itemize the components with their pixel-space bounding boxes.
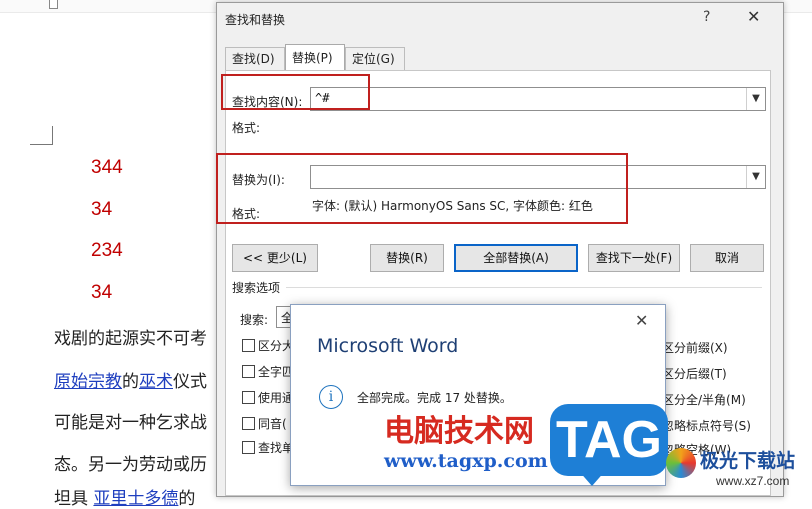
site-url: www.xz7.com xyxy=(716,474,790,488)
checkbox-sounds-like[interactable] xyxy=(242,417,255,430)
replace-format-value: 字体: (默认) HarmonyOS Sans SC, 字体颜色: 红色 xyxy=(312,199,593,213)
red-number-4: 34 xyxy=(91,282,113,303)
find-format-label: 格式: xyxy=(232,121,261,135)
doc-text: 的 xyxy=(122,372,139,392)
checkbox-whole-word-label: 全字匹 xyxy=(258,365,295,379)
replace-format-label: 格式: xyxy=(232,207,261,221)
replace-button[interactable]: 替换(R) xyxy=(370,244,444,272)
checkbox-whole-word[interactable] xyxy=(242,365,255,378)
watermark-cn: 电脑技术网 xyxy=(384,414,534,449)
chevron-down-icon[interactable]: ▼ xyxy=(746,166,765,188)
less-button[interactable]: << 更少(L) xyxy=(232,244,318,272)
checkbox-prefix-label[interactable]: 区分前缀(X) xyxy=(662,339,728,356)
checkbox-match-case-label: 区分大 xyxy=(258,339,295,353)
replace-all-button[interactable]: 全部替换(A) xyxy=(454,244,578,272)
section-divider xyxy=(286,287,762,288)
tab-goto[interactable]: 定位(G) xyxy=(345,47,405,70)
chevron-down-icon[interactable]: ▼ xyxy=(746,88,765,110)
search-options-title: 搜索选项 xyxy=(232,281,281,295)
message-text: 全部完成。完成 17 处替换。 xyxy=(357,391,512,405)
site-logo-icon xyxy=(666,448,696,478)
search-direction-label: 搜索: xyxy=(240,313,269,327)
checkbox-wildcards[interactable] xyxy=(242,391,255,404)
doc-link[interactable]: 亚里士多德 xyxy=(93,489,178,509)
dialog-title: 查找和替换 xyxy=(225,13,286,27)
tab-find[interactable]: 查找(D) xyxy=(225,47,285,70)
doc-line-3: 可能是对一种乞求战 xyxy=(54,408,207,433)
doc-text: 态。另一为劳动或历 xyxy=(54,455,207,475)
dialog-close-button[interactable]: ✕ xyxy=(747,7,760,26)
find-input[interactable]: ^# ▼ xyxy=(310,87,766,111)
doc-line-5: 坦具 亚里士多德的 xyxy=(54,484,195,509)
checkbox-match-case[interactable] xyxy=(242,339,255,352)
red-number-2: 34 xyxy=(91,199,113,220)
doc-line-4: 态。另一为劳动或历 xyxy=(54,450,207,475)
doc-text: 仪式 xyxy=(173,372,207,392)
find-label: 查找内容(N): xyxy=(232,95,303,109)
site-name: 极光下载站 xyxy=(700,450,796,472)
message-title: Microsoft Word xyxy=(317,335,459,357)
checkbox-word-forms[interactable] xyxy=(242,441,255,454)
message-close-button[interactable]: ✕ xyxy=(635,311,648,330)
find-input-value: ^# xyxy=(315,91,330,105)
watermark-url: www.tagxp.com xyxy=(384,450,548,472)
doc-text: 戏剧的起源实不可考 xyxy=(54,329,207,349)
tag-logo-tail xyxy=(578,470,606,486)
red-number-1: 344 xyxy=(91,157,123,178)
replace-label: 替换为(I): xyxy=(232,173,285,187)
doc-link[interactable]: 原始宗教 xyxy=(54,372,122,392)
checkbox-word-forms-label: 查找单 xyxy=(258,441,295,455)
doc-text: 可能是对一种乞求战 xyxy=(54,413,207,433)
doc-link[interactable]: 巫术 xyxy=(139,372,173,392)
checkbox-suffix-label[interactable]: 区分后缀(T) xyxy=(662,365,727,382)
tag-logo: TAG xyxy=(550,404,668,476)
doc-line-1: 戏剧的起源实不可考 xyxy=(54,324,207,349)
checkbox-sounds-like-label: 同音( xyxy=(258,417,287,431)
doc-line-2: 原始宗教的巫术仪式 xyxy=(54,367,207,392)
doc-text: 的 xyxy=(178,489,196,509)
red-number-3: 234 xyxy=(91,240,123,261)
doc-text: 坦具 xyxy=(54,489,94,509)
tab-replace[interactable]: 替换(P) xyxy=(285,44,345,72)
page-margin-marker xyxy=(49,0,58,9)
find-next-button[interactable]: 查找下一处(F) xyxy=(588,244,680,272)
replace-input[interactable]: ▼ xyxy=(310,165,766,189)
checkbox-wildcards-label: 使用通 xyxy=(258,391,295,405)
info-icon: i xyxy=(319,385,343,409)
checkbox-punct-label[interactable]: 忽略标点符号(S) xyxy=(662,417,751,434)
cancel-button[interactable]: 取消 xyxy=(690,244,764,272)
page-corner-marker xyxy=(30,126,53,145)
help-button[interactable]: ? xyxy=(703,9,710,25)
checkbox-width-label[interactable]: 区分全/半角(M) xyxy=(662,391,746,408)
